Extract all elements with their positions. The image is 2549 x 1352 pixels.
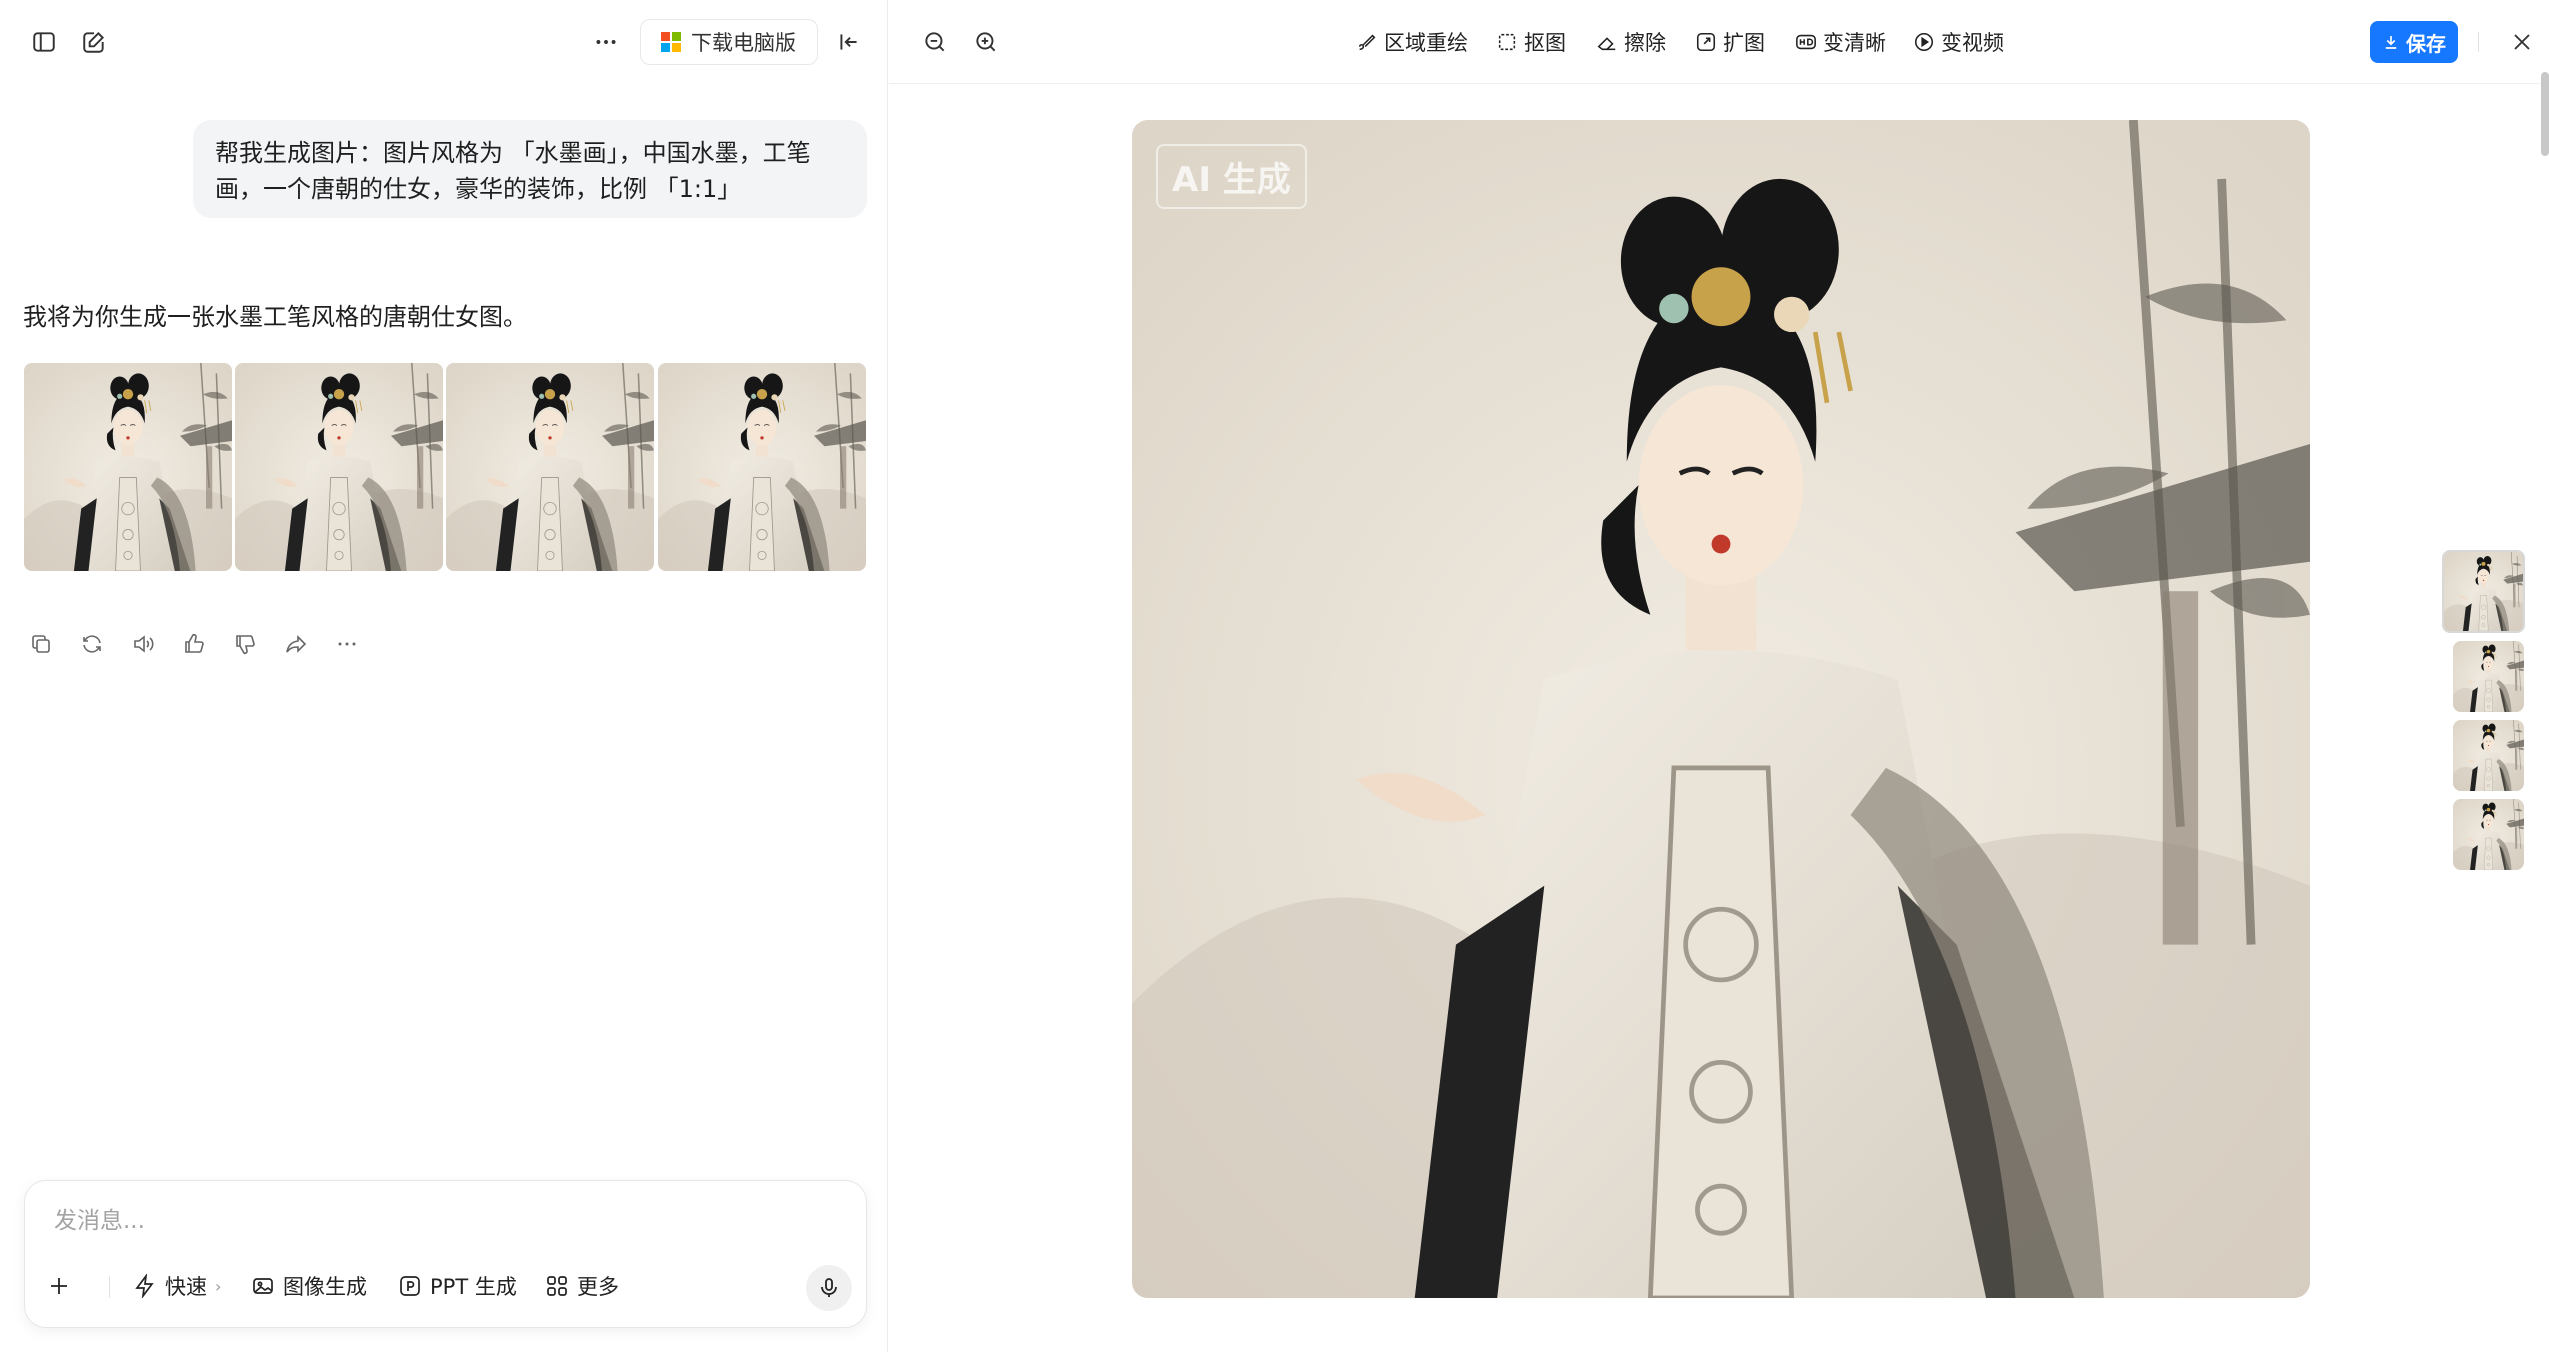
expand-label: 扩图 [1723,31,1765,55]
image-generation-label: 图像生成 [283,1275,367,1299]
ppt-icon [400,1276,420,1296]
sidebar-toggle-icon[interactable] [22,20,66,64]
image-viewer: 区域重绘 抠图 擦除 扩图 变清晰 变视频 保存 AI 生成 [889,0,2549,1352]
grid-icon [547,1276,567,1296]
generated-image-preview[interactable]: AI 生成 [1132,120,2310,1298]
side-thumbnail[interactable] [2453,720,2524,791]
collapse-panel-icon[interactable] [827,20,871,64]
message-input[interactable] [52,1201,832,1241]
inpaint-label: 区域重绘 [1384,31,1468,55]
copy-icon[interactable] [24,627,58,661]
eraser-icon [1597,37,1616,51]
cutout-tool[interactable]: 抠图 [1496,24,1566,60]
voice-input-button[interactable] [806,1265,852,1311]
image-icon [253,1278,273,1294]
plus-icon [51,1278,67,1294]
ink-painting-image [1132,120,2310,1298]
download-label: 下载电脑版 [691,31,796,55]
new-chat-icon[interactable] [72,20,116,64]
expand-icon [1696,32,1716,52]
expand-tool[interactable]: 扩图 [1695,24,1765,60]
brush-icon [1358,34,1376,51]
viewer-toolbar: 区域重绘 抠图 擦除 扩图 变清晰 变视频 保存 [889,0,2549,84]
chevron-right-icon: › [215,1276,222,1296]
download-desktop-button[interactable]: 下载电脑版 [640,19,818,65]
image-generation-button[interactable]: 图像生成 [251,1264,367,1308]
scrollbar[interactable] [2541,72,2549,156]
to-video-label: 变视频 [1941,31,2004,55]
cutout-label: 抠图 [1524,31,1566,55]
microphone-icon [821,1278,837,1297]
share-icon[interactable] [279,627,313,661]
close-icon[interactable] [2504,24,2540,60]
speaker-icon[interactable] [126,627,160,661]
download-icon [2385,36,2397,49]
generated-image-thumb[interactable] [235,363,443,571]
zoom-out-icon[interactable] [913,20,957,64]
thumbs-down-icon[interactable] [228,627,262,661]
save-label: 保存 [2406,31,2446,56]
erase-tool[interactable]: 擦除 [1596,24,1666,60]
generated-image-thumb[interactable] [658,363,866,571]
divider [2478,32,2479,52]
enhance-tool[interactable]: 变清晰 [1795,24,1886,60]
windows-logo-icon [661,32,681,52]
more-tools-label: 更多 [577,1275,619,1299]
side-thumbnail[interactable] [2453,641,2524,712]
zoom-in-icon[interactable] [964,20,1008,64]
regenerate-icon[interactable] [75,627,109,661]
more-icon[interactable] [330,627,364,661]
enhance-label: 变清晰 [1823,31,1886,55]
to-video-tool[interactable]: 变视频 [1913,24,2004,60]
more-options-icon[interactable] [584,20,628,64]
ppt-generation-button[interactable]: PPT 生成 [398,1264,517,1308]
generated-image-thumb[interactable] [24,363,232,571]
divider [109,1276,110,1298]
message-composer: 快速 › 图像生成 PPT 生成 更多 [24,1180,867,1328]
bolt-icon [135,1274,154,1298]
ppt-generation-label: PPT 生成 [430,1275,517,1299]
hd-icon [1796,34,1816,50]
side-thumbnail-selected[interactable] [2442,550,2525,633]
inpaint-tool[interactable]: 区域重绘 [1356,24,1468,60]
save-button[interactable]: 保存 [2370,21,2458,63]
video-icon [1914,32,1934,52]
erase-label: 擦除 [1624,31,1666,55]
quick-mode-label: 快速 [165,1275,207,1299]
ai-generated-watermark: AI 生成 [1156,144,1307,209]
thumbs-up-icon[interactable] [177,627,211,661]
chat-panel: 下载电脑版 帮我生成图片：图片风格为 「水墨画」，中国水墨，工笔画，一个唐朝的仕… [0,0,888,1352]
cutout-icon [1498,33,1516,51]
more-tools-button[interactable]: 更多 [545,1264,619,1308]
quick-mode-button[interactable]: 快速 › [133,1264,221,1308]
user-message-bubble: 帮我生成图片：图片风格为 「水墨画」，中国水墨，工笔画，一个唐朝的仕女，豪华的装… [193,120,867,218]
attach-button[interactable] [47,1264,71,1308]
side-thumbnail[interactable] [2453,799,2524,870]
generated-image-thumb[interactable] [446,363,654,571]
assistant-message: 我将为你生成一张水墨工笔风格的唐朝仕女图。 [23,303,527,331]
